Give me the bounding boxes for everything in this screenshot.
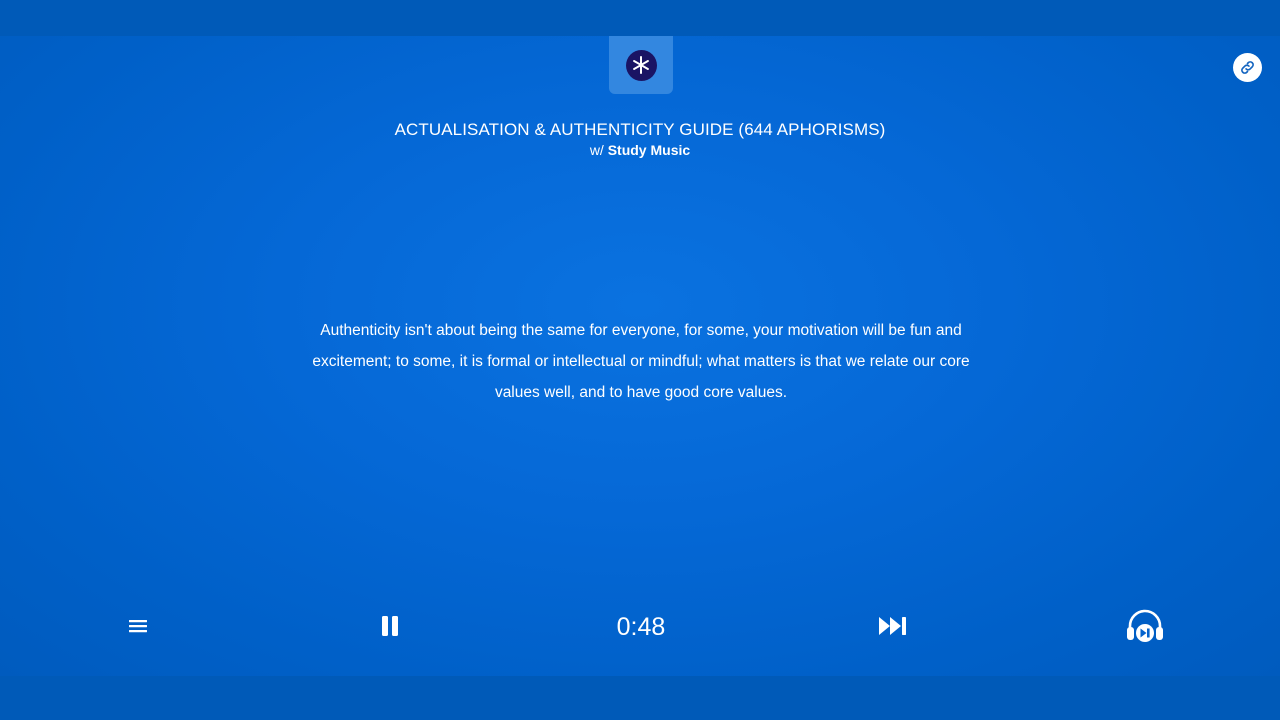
menu-button[interactable] xyxy=(122,610,154,642)
subtitle-music: Study Music xyxy=(607,142,691,158)
aphorism-text: Authenticity isn't about being the same … xyxy=(312,322,970,401)
asterisk-icon xyxy=(633,56,649,74)
page-subtitle: w/ Study Music xyxy=(0,142,1280,158)
logo-tab[interactable] xyxy=(609,36,673,94)
page-title: ACTUALISATION & AUTHENTICITY GUIDE (644 … xyxy=(394,120,886,139)
share-link-button[interactable] xyxy=(1233,53,1262,82)
link-icon xyxy=(1241,61,1254,74)
top-band xyxy=(0,0,1280,36)
pause-button[interactable] xyxy=(374,610,406,642)
skip-next-icon xyxy=(879,617,906,635)
elapsed-time: 0:48 xyxy=(616,613,666,641)
skip-next-button[interactable] xyxy=(874,610,912,642)
bottom-band xyxy=(0,676,1280,720)
audio-mode-button[interactable] xyxy=(1124,606,1166,646)
headphones-icon xyxy=(1127,609,1163,642)
logo-badge xyxy=(625,49,657,81)
menu-icon xyxy=(129,620,147,633)
subtitle-prefix: w/ xyxy=(589,142,604,158)
pause-icon xyxy=(382,616,398,636)
